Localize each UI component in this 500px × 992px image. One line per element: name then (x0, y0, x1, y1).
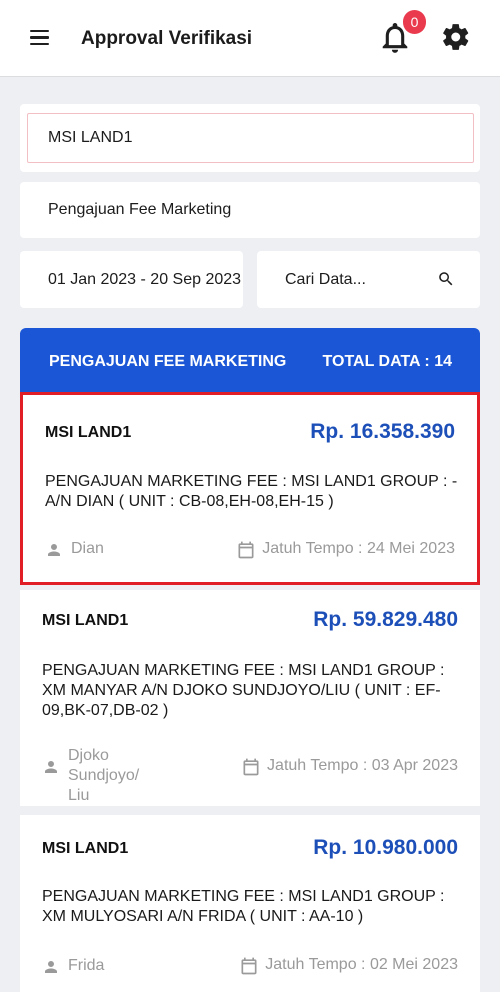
list-item[interactable]: MSI LAND1 Rp. 59.829.480 PENGAJUAN MARKE… (20, 590, 480, 806)
date-range-picker[interactable]: 01 Jan 2023 - 20 Sep 2023 (20, 251, 243, 308)
person-icon (48, 544, 60, 556)
item-due: Jatuh Tempo : 02 Mei 2023 (241, 956, 458, 975)
type-select[interactable]: Pengajuan Fee Marketing (20, 182, 480, 238)
item-company: MSI LAND1 (42, 612, 129, 629)
date-range-value: 01 Jan 2023 - 20 Sep 2023 (48, 270, 242, 288)
item-due-text: Jatuh Tempo : 03 Apr 2023 (267, 757, 458, 774)
list-header: PENGAJUAN FEE MARKETING TOTAL DATA : 14 (20, 328, 480, 392)
item-amount: Rp. 59.829.480 (313, 608, 458, 631)
item-description: PENGAJUAN MARKETING FEE : MSI LAND1 GROU… (42, 888, 445, 925)
calendar-icon (241, 957, 257, 975)
person-icon (45, 761, 57, 773)
item-due-text: Jatuh Tempo : 02 Mei 2023 (265, 956, 458, 973)
person-icon (45, 961, 57, 973)
search-icon[interactable] (437, 270, 455, 288)
type-select-value: Pengajuan Fee Marketing (48, 201, 232, 218)
item-company: MSI LAND1 (42, 840, 129, 857)
item-person-name: Frida (68, 957, 105, 974)
item-due-text: Jatuh Tempo : 24 Mei 2023 (262, 540, 455, 557)
item-description: PENGAJUAN MARKETING FEE : MSI LAND1 GROU… (45, 473, 458, 510)
item-due: Jatuh Tempo : 24 Mei 2023 (238, 540, 455, 559)
item-amount: Rp. 10.980.000 (313, 836, 458, 859)
item-person-name: Dian (71, 540, 104, 557)
item-person-name: Djoko Sundjoyo/ Liu (68, 747, 140, 804)
calendar-icon (238, 541, 254, 559)
app-bar: Approval Verifikasi 0 (0, 0, 500, 77)
list-title: PENGAJUAN FEE MARKETING (49, 353, 287, 370)
list-item[interactable]: MSI LAND1 Rp. 10.980.000 PENGAJUAN MARKE… (20, 815, 480, 992)
item-due: Jatuh Tempo : 03 Apr 2023 (243, 757, 458, 776)
total-data-label: TOTAL DATA : 14 (322, 353, 452, 370)
notification-badge: 0 (403, 10, 426, 34)
page-title: Approval Verifikasi (81, 28, 253, 49)
hamburger-menu-icon[interactable] (30, 30, 50, 46)
company-select[interactable]: MSI LAND1 (20, 104, 480, 172)
gear-icon[interactable] (441, 22, 471, 52)
list-item[interactable]: MSI LAND1 Rp. 16.358.390 PENGAJUAN MARKE… (20, 392, 480, 585)
item-description: PENGAJUAN MARKETING FEE : MSI LAND1 GROU… (42, 662, 445, 719)
item-company: MSI LAND1 (45, 424, 132, 441)
search-placeholder: Cari Data... (285, 270, 366, 288)
company-select-value: MSI LAND1 (48, 129, 133, 146)
calendar-icon (243, 758, 259, 776)
item-amount: Rp. 16.358.390 (310, 420, 455, 443)
